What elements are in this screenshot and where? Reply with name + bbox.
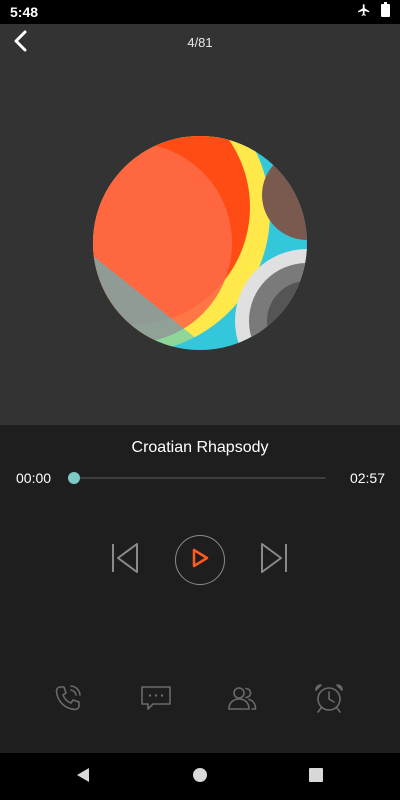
album-art-panel: 4/81 xyxy=(0,24,400,425)
status-time: 5:48 xyxy=(10,4,39,20)
play-icon xyxy=(191,548,209,573)
status-bar: 5:48 xyxy=(0,0,400,24)
recents-square-icon xyxy=(308,767,324,788)
seek-track xyxy=(74,477,326,479)
message-button[interactable] xyxy=(138,682,174,718)
skip-next-icon xyxy=(257,541,291,580)
playback-controls xyxy=(0,535,400,585)
album-art xyxy=(92,135,308,351)
track-title: Croatian Rhapsody xyxy=(131,439,269,456)
play-button[interactable] xyxy=(175,535,225,585)
total-time: 02:57 xyxy=(349,470,385,486)
top-bar: 4/81 xyxy=(0,24,400,64)
battery-icon xyxy=(381,2,390,22)
system-nav-bar xyxy=(0,753,400,800)
previous-button[interactable] xyxy=(107,541,143,579)
bottom-actions xyxy=(0,680,400,720)
current-time: 00:00 xyxy=(16,470,52,486)
back-triangle-icon xyxy=(75,767,91,788)
airplane-icon xyxy=(357,3,371,22)
alarm-clock-icon xyxy=(312,681,346,720)
track-counter: 4/81 xyxy=(187,35,213,50)
skip-previous-icon xyxy=(108,541,142,580)
player-panel: Croatian Rhapsody 00:00 02:57 xyxy=(0,425,400,753)
nav-back-button[interactable] xyxy=(70,764,96,790)
next-button[interactable] xyxy=(256,541,292,579)
message-icon xyxy=(139,683,173,718)
contacts-icon xyxy=(225,683,259,718)
nav-home-button[interactable] xyxy=(187,764,213,790)
seek-bar[interactable] xyxy=(68,471,326,485)
nav-recents-button[interactable] xyxy=(303,764,329,790)
call-button[interactable] xyxy=(50,682,86,718)
seek-thumb[interactable] xyxy=(68,472,80,484)
alarm-button[interactable] xyxy=(311,682,347,718)
phone-ringing-icon xyxy=(52,682,84,719)
home-circle-icon xyxy=(192,767,208,788)
contacts-button[interactable] xyxy=(224,682,260,718)
status-icons xyxy=(357,2,390,22)
